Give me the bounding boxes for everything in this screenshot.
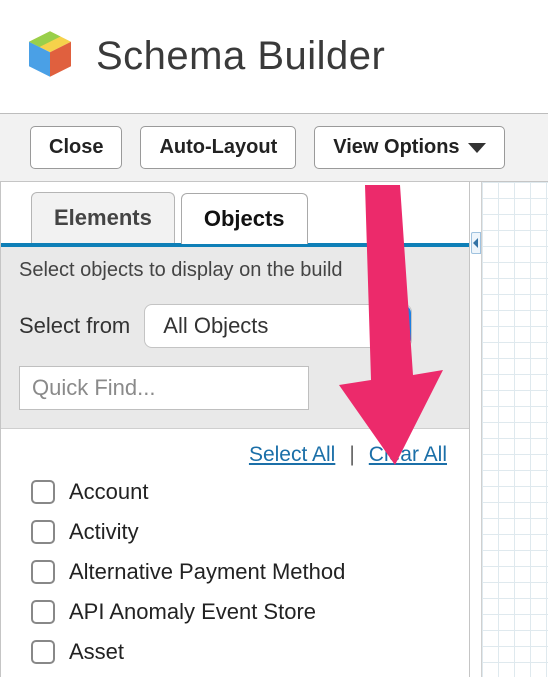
view-options-label: View Options — [333, 136, 459, 159]
select-from-label: Select from — [19, 313, 130, 339]
object-label: Alternative Payment Method — [69, 559, 345, 585]
list-item: Account — [31, 479, 447, 505]
object-label: Activity — [69, 519, 139, 545]
quick-find-input[interactable] — [19, 366, 309, 410]
page-title: Schema Builder — [96, 34, 385, 79]
object-checkbox[interactable] — [31, 560, 55, 584]
auto-layout-button[interactable]: Auto-Layout — [140, 126, 296, 169]
select-from-dropdown[interactable]: All Objects — [144, 304, 412, 348]
object-checkbox[interactable] — [31, 640, 55, 664]
tab-bar: Elements Objects — [1, 182, 469, 247]
list-item: Asset — [31, 639, 447, 665]
view-options-button[interactable]: View Options — [314, 126, 504, 169]
select-from-value: All Objects — [163, 313, 268, 339]
tab-elements[interactable]: Elements — [31, 192, 175, 243]
object-list: Account Activity Alternative Payment Metho… — [1, 473, 469, 665]
object-label: Account — [69, 479, 149, 505]
object-label: Asset — [69, 639, 124, 665]
link-separator: | — [345, 443, 358, 467]
schema-builder-icon — [22, 26, 78, 87]
canvas-grid[interactable] — [482, 182, 548, 677]
left-panel: Elements Objects Select objects to displ… — [0, 182, 470, 677]
tab-objects[interactable]: Objects — [181, 193, 308, 244]
controls: Select from All Objects — [1, 294, 469, 429]
object-checkbox[interactable] — [31, 480, 55, 504]
toolbar: Close Auto-Layout View Options — [0, 113, 548, 182]
select-from-row: Select from All Objects — [19, 304, 451, 348]
list-item: API Anomaly Event Store — [31, 599, 447, 625]
page-header: Schema Builder — [0, 0, 548, 113]
panel-rail — [470, 182, 482, 677]
object-checkbox[interactable] — [31, 600, 55, 624]
panel-instruction: Select objects to display on the build — [1, 247, 469, 294]
bulk-select-links: Select All | Clear All — [1, 429, 469, 473]
caret-down-icon — [468, 143, 486, 153]
dropdown-stepper-icon — [377, 305, 411, 347]
object-label: API Anomaly Event Store — [69, 599, 316, 625]
list-item: Alternative Payment Method — [31, 559, 447, 585]
workspace: Elements Objects Select objects to displ… — [0, 182, 548, 677]
clear-all-link[interactable]: Clear All — [369, 443, 447, 467]
chevron-left-icon — [473, 238, 478, 248]
collapse-panel-button[interactable] — [471, 232, 481, 254]
select-from-wrap: All Objects — [144, 304, 412, 348]
close-button[interactable]: Close — [30, 126, 122, 169]
list-item: Activity — [31, 519, 447, 545]
object-checkbox[interactable] — [31, 520, 55, 544]
select-all-link[interactable]: Select All — [249, 443, 335, 467]
